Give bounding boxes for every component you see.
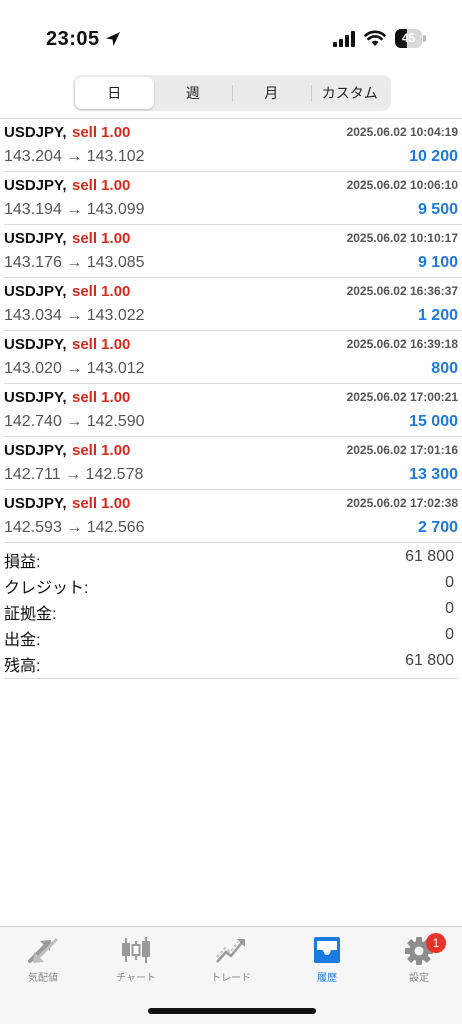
clock: 23:05 bbox=[46, 28, 100, 50]
trade-side: sell 1.00 bbox=[72, 124, 131, 141]
trade-side: sell 1.00 bbox=[72, 442, 131, 459]
trade-row[interactable]: USDJPY, sell 1.00 2025.06.02 16:39:18 143.0… bbox=[4, 331, 462, 384]
summary-row: 証拠金: 0 bbox=[4, 598, 458, 624]
trade-side: sell 1.00 bbox=[72, 177, 131, 194]
tab-quotes[interactable]: 気配値 bbox=[3, 933, 83, 989]
trade-row[interactable]: USDJPY, sell 1.00 2025.06.02 10:04:19 143.2… bbox=[4, 119, 462, 172]
tab-label: 設定 bbox=[409, 973, 429, 984]
summary-label: クレジット: bbox=[4, 580, 89, 597]
summary-value: 0 bbox=[445, 574, 454, 591]
summary-value: 61 800 bbox=[405, 548, 454, 565]
trade-time: 2025.06.02 16:36:37 bbox=[346, 284, 458, 298]
summary-value: 0 bbox=[445, 600, 454, 617]
trade-row[interactable]: USDJPY, sell 1.00 2025.06.02 10:06:10 143.1… bbox=[4, 172, 462, 225]
trade-row[interactable]: USDJPY, sell 1.00 2025.06.02 17:01:16 142.7… bbox=[4, 437, 462, 490]
location-arrow-icon bbox=[106, 32, 120, 46]
trade-symbol: USDJPY, bbox=[4, 336, 67, 353]
summary-row: 損益: 61 800 bbox=[4, 546, 458, 572]
trade-symbol: USDJPY, bbox=[4, 495, 67, 512]
summary-label: 残高: bbox=[4, 658, 41, 675]
battery-icon: 45 bbox=[395, 29, 427, 48]
tab-history[interactable]: 履歴 bbox=[287, 933, 367, 989]
trade-row[interactable]: USDJPY, sell 1.00 2025.06.02 10:10:17 143.1… bbox=[4, 225, 462, 278]
summary-row: 出金: 0 bbox=[4, 624, 458, 650]
trade-symbol: USDJPY, bbox=[4, 283, 67, 300]
quotes-arrows-icon bbox=[28, 938, 58, 963]
notification-badge: 1 bbox=[426, 933, 446, 953]
summary-row: クレジット: 0 bbox=[4, 572, 458, 598]
trade-row[interactable]: USDJPY, sell 1.00 2025.06.02 17:00:21 142.7… bbox=[4, 384, 462, 437]
summary-value: 0 bbox=[445, 626, 454, 643]
trade-time: 2025.06.02 16:39:18 bbox=[346, 337, 458, 351]
status-bar: 23:05 45 bbox=[0, 0, 462, 66]
trade-side: sell 1.00 bbox=[72, 230, 131, 247]
trade-prices: 143.176 → 143.085 bbox=[4, 254, 145, 271]
trade-profit: 15 000 bbox=[409, 413, 458, 430]
trade-profit: 1 200 bbox=[417, 307, 458, 324]
trade-side: sell 1.00 bbox=[72, 495, 131, 512]
tab-label: チャート bbox=[116, 973, 156, 984]
summary-label: 出金: bbox=[4, 632, 41, 649]
trade-profit: 800 bbox=[431, 360, 458, 377]
tab-label: 履歴 bbox=[317, 973, 337, 984]
wifi-icon bbox=[364, 30, 386, 46]
trade-time: 2025.06.02 10:04:19 bbox=[346, 125, 458, 139]
trade-prices: 143.194 → 143.099 bbox=[4, 201, 145, 218]
divider bbox=[4, 678, 458, 679]
trade-symbol: USDJPY, bbox=[4, 230, 67, 247]
trade-time: 2025.06.02 10:10:17 bbox=[346, 231, 458, 245]
trade-symbol: USDJPY, bbox=[4, 124, 67, 141]
trade-profit: 13 300 bbox=[409, 466, 458, 483]
trade-prices: 143.020 → 143.012 bbox=[4, 360, 145, 377]
trade-side: sell 1.00 bbox=[72, 283, 131, 300]
segment-custom[interactable]: カスタム bbox=[310, 77, 390, 109]
trade-prices: 142.740 → 142.590 bbox=[4, 413, 145, 430]
trade-time: 2025.06.02 17:02:38 bbox=[346, 496, 458, 510]
tab-chart[interactable]: チャート bbox=[96, 933, 176, 989]
trade-time: 2025.06.02 17:00:21 bbox=[346, 390, 458, 404]
segment-week[interactable]: 週 bbox=[154, 77, 233, 109]
candlestick-icon bbox=[122, 937, 150, 963]
summary-row: 残高: 61 800 bbox=[4, 650, 458, 676]
summary-label: 損益: bbox=[4, 554, 41, 571]
trade-prices: 143.034 → 143.022 bbox=[4, 307, 145, 324]
trade-time: 2025.06.02 10:06:10 bbox=[346, 178, 458, 192]
trade-profit: 9 500 bbox=[417, 201, 458, 218]
trade-prices: 143.204 → 143.102 bbox=[4, 148, 145, 165]
trade-symbol: USDJPY, bbox=[4, 389, 67, 406]
trade-time: 2025.06.02 17:01:16 bbox=[346, 443, 458, 457]
tab-label: トレード bbox=[211, 973, 251, 984]
battery-level: 45 bbox=[401, 31, 416, 45]
trade-profit: 10 200 bbox=[409, 148, 458, 165]
tab-trade[interactable]: トレード bbox=[191, 933, 271, 989]
segment-month[interactable]: 月 bbox=[232, 77, 311, 109]
trade-prices: 142.711 → 142.578 bbox=[4, 466, 144, 483]
trade-side: sell 1.00 bbox=[72, 336, 131, 353]
summary-section: 損益: 61 800 クレジット: 0 証拠金: 0 出金: 0 残高: 61 800 bbox=[4, 546, 458, 676]
trade-prices: 142.593 → 142.566 bbox=[4, 519, 145, 536]
trade-row[interactable]: USDJPY, sell 1.00 2025.06.02 16:36:37 143.0… bbox=[4, 278, 462, 331]
trade-symbol: USDJPY, bbox=[4, 442, 67, 459]
trade-profit: 2 700 bbox=[417, 519, 458, 536]
cellular-signal-icon bbox=[333, 31, 355, 47]
trade-history-list: USDJPY, sell 1.00 2025.06.02 10:04:19 143.2… bbox=[0, 119, 462, 543]
trade-line-icon bbox=[216, 939, 245, 963]
summary-label: 証拠金: bbox=[4, 606, 57, 623]
segment-day[interactable]: 日 bbox=[75, 77, 154, 109]
trade-row[interactable]: USDJPY, sell 1.00 2025.06.02 17:02:38 142.5… bbox=[4, 490, 462, 543]
summary-value: 61 800 bbox=[405, 652, 454, 669]
tab-label: 気配値 bbox=[28, 973, 58, 984]
period-segmented-control: 日 週 月 カスタム bbox=[73, 75, 391, 111]
trade-side: sell 1.00 bbox=[72, 389, 131, 406]
inbox-tray-icon bbox=[314, 937, 340, 963]
home-indicator[interactable] bbox=[148, 1008, 316, 1014]
tab-settings[interactable]: 設定 1 bbox=[379, 933, 459, 989]
trade-profit: 9 100 bbox=[417, 254, 458, 271]
trade-symbol: USDJPY, bbox=[4, 177, 67, 194]
